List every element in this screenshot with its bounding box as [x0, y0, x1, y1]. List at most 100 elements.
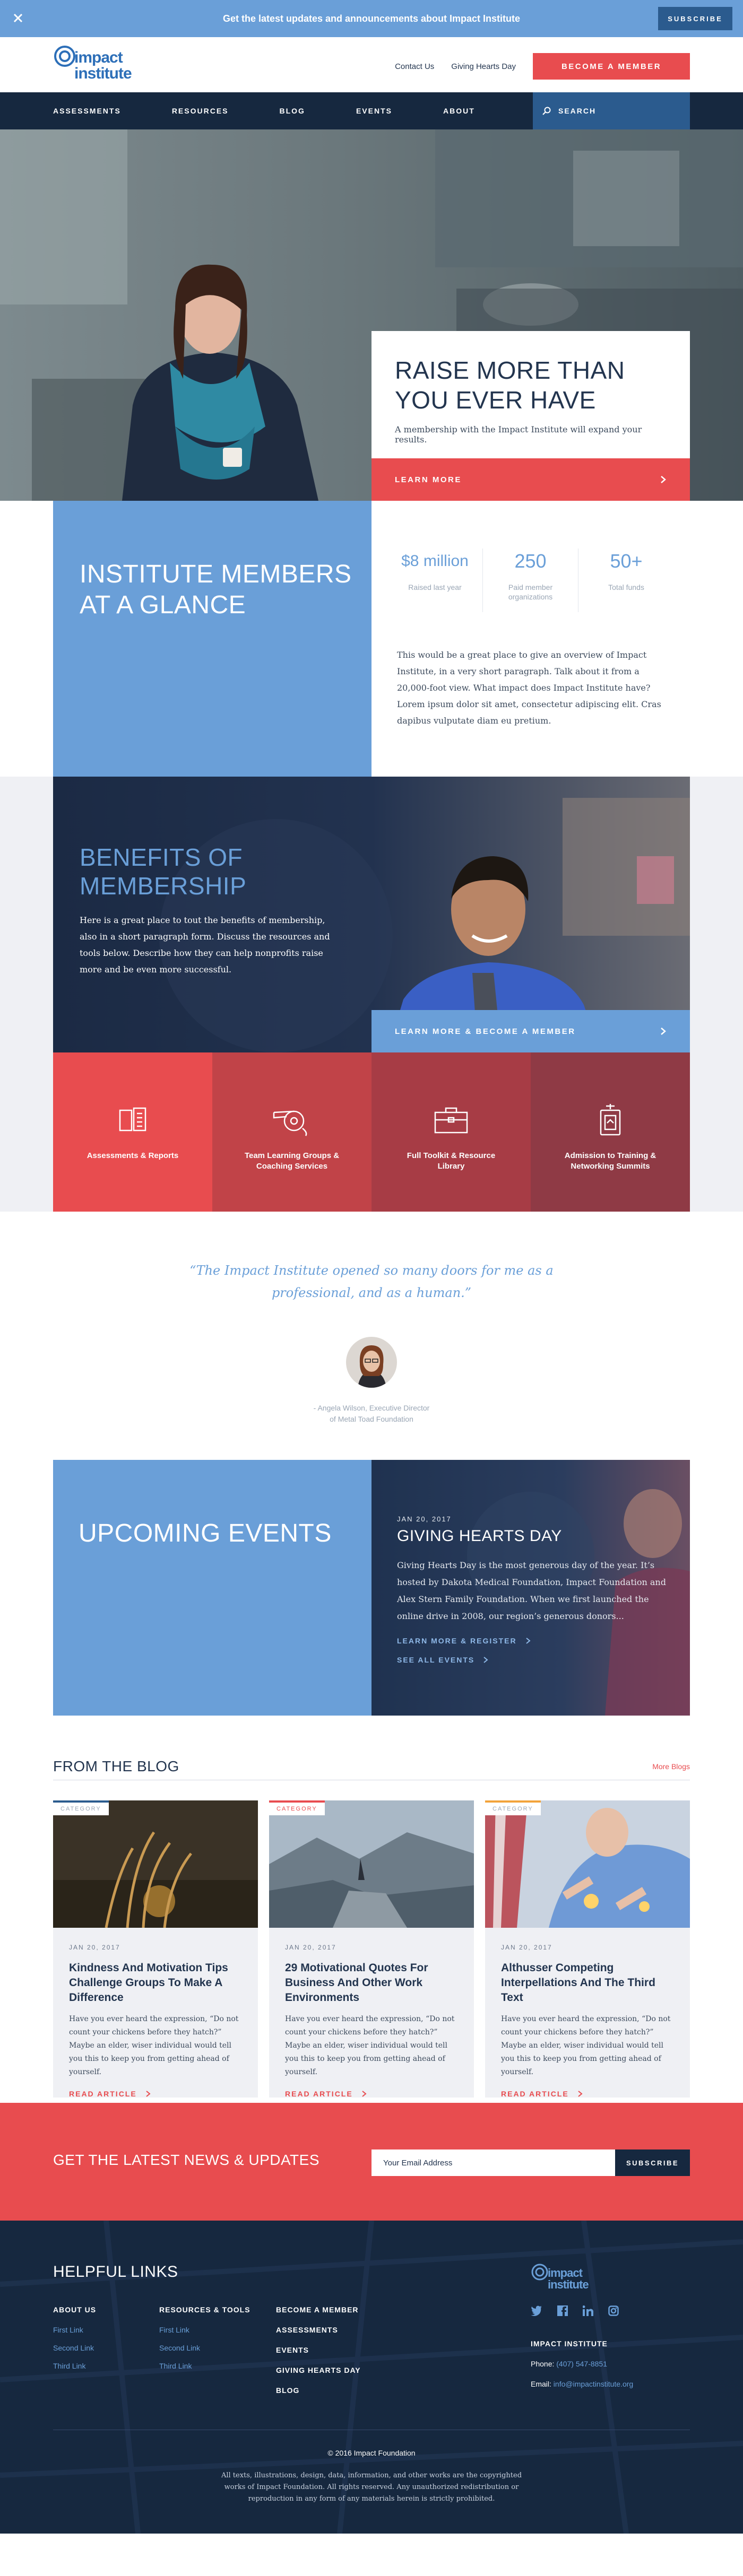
- stats-row: $8 million Raised last year 250 Paid mem…: [372, 549, 690, 612]
- blog-card[interactable]: CATEGORY JAN 20, 2017 Kindness And Motiv…: [53, 1800, 258, 2098]
- phone-link[interactable]: (407) 547-8851: [556, 2360, 607, 2368]
- newsletter-email-input[interactable]: [372, 2149, 615, 2176]
- giving-hearts-day-link[interactable]: Giving Hearts Day: [451, 62, 516, 71]
- blog-section: FROM THE BLOG More Blogs CATEGORY JAN 20…: [0, 1716, 743, 2103]
- read-article-link[interactable]: READ ARTICLE: [69, 2090, 242, 2098]
- read-article-link[interactable]: READ ARTICLE: [285, 2090, 458, 2098]
- benefits-title: BENEFITS OF MEMBERSHIP: [80, 843, 247, 900]
- hero-cta-label: LEARN MORE: [395, 475, 462, 484]
- tile-toolkit[interactable]: Full Toolkit & Resource Library: [372, 1052, 531, 1212]
- footer-link[interactable]: Second Link: [53, 2344, 96, 2352]
- nav-item-resources[interactable]: RESOURCES: [172, 107, 229, 115]
- footer-link-giving-hearts-day[interactable]: GIVING HEARTS DAY: [276, 2366, 361, 2377]
- logo-mark-icon: [54, 46, 75, 67]
- blog-card-excerpt: Have you ever heard the expression, “Do …: [285, 2015, 455, 2076]
- facebook-icon[interactable]: [557, 2305, 568, 2316]
- site-header: impact institute Contact Us Giving Heart…: [0, 37, 743, 92]
- testimonial-attribution-org: of Metal Toad Foundation: [330, 1415, 413, 1423]
- avatar: [346, 1337, 397, 1388]
- category-tag[interactable]: CATEGORY: [53, 1800, 109, 1815]
- members-glance-section: INSTITUTE MEMBERS AT A GLANCE $8 million…: [0, 501, 743, 777]
- chevron-right-icon: [578, 2091, 583, 2097]
- event-feature: JAN 20, 2017 GIVING HEARTS DAY Giving He…: [372, 1460, 690, 1716]
- footer-link-events[interactable]: EVENTS: [276, 2346, 361, 2356]
- footer-link[interactable]: Third Link: [53, 2362, 96, 2370]
- main-nav: ASSESSMENTS RESOURCES BLOG EVENTS ABOUT …: [0, 92, 743, 129]
- see-all-events-label: SEE ALL EVENTS: [397, 1656, 475, 1664]
- twitter-icon[interactable]: [531, 2305, 542, 2316]
- hero-learn-more-button[interactable]: LEARN MORE: [372, 458, 690, 501]
- logo-line1: impact: [74, 49, 123, 66]
- event-register-link[interactable]: LEARN MORE & REGISTER: [397, 1637, 668, 1645]
- event-register-label: LEARN MORE & REGISTER: [397, 1637, 517, 1645]
- tile-assessments[interactable]: Assessments & Reports: [53, 1052, 212, 1212]
- glance-panel: INSTITUTE MEMBERS AT A GLANCE: [53, 501, 372, 777]
- nav-item-about[interactable]: ABOUT: [443, 107, 475, 115]
- phone-label: Phone:: [531, 2360, 555, 2368]
- newsletter-subscribe-button[interactable]: SUBSCRIBE: [615, 2149, 690, 2176]
- blog-card-title[interactable]: Althusser Competing Interpellations And …: [501, 1961, 674, 2005]
- tile-training[interactable]: Admission to Training & Networking Summi…: [531, 1052, 690, 1212]
- stat-value: $8 million: [401, 552, 469, 570]
- blog-card-image: CATEGORY: [53, 1800, 258, 1928]
- blog-card-date: JAN 20, 2017: [69, 1944, 120, 1951]
- nav-search-button[interactable]: SEARCH: [533, 92, 690, 129]
- read-article-link[interactable]: READ ARTICLE: [501, 2090, 674, 2098]
- read-article-label: READ ARTICLE: [69, 2090, 137, 2098]
- read-article-label: READ ARTICLE: [285, 2090, 353, 2098]
- benefits-become-member-button[interactable]: LEARN MORE & BECOME A MEMBER: [372, 1010, 690, 1052]
- become-member-button[interactable]: BECOME A MEMBER: [533, 53, 690, 80]
- benefits-section: BENEFITS OF MEMBERSHIP Here is a great p…: [0, 777, 743, 1212]
- footer-link-become-member[interactable]: BECOME A MEMBER: [276, 2305, 361, 2316]
- footer-logo[interactable]: impact institute: [531, 2263, 589, 2291]
- testimonial-attribution-name: - Angela Wilson, Executive Director: [313, 1404, 430, 1412]
- footer-link[interactable]: First Link: [159, 2326, 250, 2334]
- event-description: Giving Hearts Day is the most generous d…: [397, 1560, 666, 1621]
- chevron-right-icon: [362, 2091, 367, 2097]
- read-article-label: READ ARTICLE: [501, 2090, 569, 2098]
- blog-card-excerpt: Have you ever heard the expression, “Do …: [501, 2015, 671, 2076]
- tile-coaching[interactable]: Team Learning Groups & Coaching Services: [212, 1052, 372, 1212]
- newsletter-heading: GET THE LATEST NEWS & UPDATES: [53, 2152, 320, 2168]
- site-footer: HELPFUL LINKS ABOUT US First Link Second…: [0, 2221, 743, 2534]
- instagram-icon[interactable]: [608, 2305, 619, 2316]
- category-tag[interactable]: CATEGORY: [269, 1800, 325, 1815]
- footer-link[interactable]: First Link: [53, 2326, 96, 2334]
- email-link[interactable]: info@impactinstitute.org: [554, 2380, 633, 2388]
- footer-col-title[interactable]: RESOURCES & TOOLS: [159, 2305, 250, 2316]
- testimonial-quote: “The Impact Institute opened so many doo…: [189, 1263, 554, 1300]
- event-date: JAN 20, 2017: [397, 1515, 452, 1523]
- announcement-subscribe-button[interactable]: SUBSCRIBE: [658, 7, 732, 30]
- tile-label: Full Toolkit & Resource Library: [407, 1151, 496, 1171]
- blog-card[interactable]: CATEGORY JAN 20, 2017 Althusser Competin…: [485, 1800, 690, 2098]
- search-label: SEARCH: [558, 107, 597, 115]
- badge-icon: [600, 1104, 621, 1136]
- nav-item-blog[interactable]: BLOG: [280, 107, 305, 115]
- nav-item-events[interactable]: EVENTS: [356, 107, 392, 115]
- whistle-icon: [273, 1110, 307, 1136]
- nav-item-assessments[interactable]: ASSESSMENTS: [53, 107, 121, 115]
- close-icon[interactable]: [12, 12, 24, 24]
- event-title[interactable]: GIVING HEARTS DAY: [397, 1527, 668, 1545]
- contact-us-link[interactable]: Contact Us: [395, 62, 434, 71]
- linkedin-icon[interactable]: [583, 2305, 593, 2316]
- category-tag[interactable]: CATEGORY: [485, 1800, 541, 1815]
- footer-link[interactable]: Third Link: [159, 2362, 250, 2370]
- site-logo[interactable]: impact institute: [53, 45, 132, 82]
- footer-link[interactable]: Second Link: [159, 2344, 250, 2352]
- blog-card-title[interactable]: Kindness And Motivation Tips Challenge G…: [69, 1961, 242, 2005]
- hero-subtitle: A membership with the Impact Institute w…: [395, 424, 642, 445]
- see-all-events-link[interactable]: SEE ALL EVENTS: [397, 1656, 668, 1664]
- stat-value: 50+: [610, 550, 643, 572]
- blog-card[interactable]: CATEGORY JAN 20, 2017 29 Motivational Qu…: [269, 1800, 474, 2098]
- glance-paragraph: This would be a great place to give an o…: [397, 650, 661, 726]
- stat-value: 250: [514, 550, 547, 572]
- footer-col-title[interactable]: ABOUT US: [53, 2305, 96, 2316]
- footer-link-assessments[interactable]: ASSESSMENTS: [276, 2326, 361, 2336]
- blog-card-title[interactable]: 29 Motivational Quotes For Business And …: [285, 1961, 458, 2005]
- tile-label: Team Learning Groups & Coaching Services: [244, 1151, 340, 1171]
- logo-mark-icon: [531, 2264, 548, 2281]
- more-blogs-link[interactable]: More Blogs: [652, 1762, 690, 1771]
- footer-link-blog[interactable]: BLOG: [276, 2386, 361, 2397]
- blog-card-excerpt: Have you ever heard the expression, “Do …: [69, 2015, 239, 2076]
